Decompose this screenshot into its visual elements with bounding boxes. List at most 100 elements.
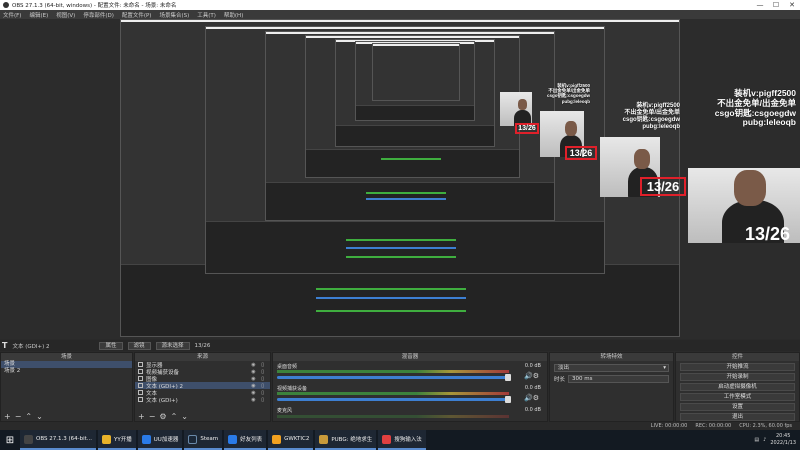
transition-select[interactable]: 淡出 ▾ xyxy=(554,364,669,372)
duration-input[interactable]: 300 ms xyxy=(568,375,669,383)
taskbar-item[interactable]: Steam xyxy=(184,430,223,450)
move-up-icon[interactable]: ⌃ xyxy=(25,412,32,421)
text-source-value: 13/26 xyxy=(194,342,211,349)
text-icon xyxy=(138,390,143,395)
sources-panel: 来源 显示器 ◉ ▯ 视频捕获设备 ◉ ▯ 图像 ◉ ▯ 文本 (GDI+) 2 ◉ ▯… xyxy=(134,352,271,422)
channel-db: 0.0 dB xyxy=(524,385,541,391)
status-bar: LIVE: 00:00:00 REC: 00:00:00 CPU: 2.3%, … xyxy=(0,422,800,430)
image-icon xyxy=(138,376,143,381)
properties-button[interactable]: 属性 xyxy=(99,341,123,350)
scene-item[interactable]: 场景 2 xyxy=(1,368,132,375)
title-bar: OBS 27.1.3 (64-bit, windows) - 配置文件: 未命名… xyxy=(0,0,800,10)
remove-scene-button[interactable]: − xyxy=(15,412,22,421)
channel-db: 0.0 dB xyxy=(524,407,541,413)
remove-source-button[interactable]: − xyxy=(149,412,156,421)
move-down-icon[interactable]: ⌄ xyxy=(36,412,43,421)
start-streaming-button[interactable]: 开始推流 xyxy=(680,363,795,371)
maximize-button[interactable]: ☐ xyxy=(768,0,784,10)
yy-app-icon xyxy=(102,434,112,444)
audio-mixer-title: 混音器 xyxy=(273,353,547,361)
friends-app-icon xyxy=(228,434,238,444)
window-title: OBS 27.1.3 (64-bit, windows) - 配置文件: 未命名… xyxy=(12,3,177,9)
volume-slider[interactable] xyxy=(277,374,511,381)
menu-file[interactable]: 文件(F) xyxy=(3,11,21,19)
speaker-icon[interactable]: 🔊⚙ xyxy=(524,394,539,402)
source-item[interactable]: 文本 (GDI+) ◉ ▯ xyxy=(135,396,270,404)
settings-button[interactable]: 设置 xyxy=(680,403,795,411)
windows-taskbar: ⊞ OBS 27.1.3 (64-bit... YY开播 UU加速器 Steam… xyxy=(0,430,800,450)
virtual-camera-button[interactable]: 启动虚拟摄像机 xyxy=(680,383,795,391)
preview-canvas[interactable]: 装机v:pigff2500 不出金免单/出金免单 csgo钥匙:csgoegdw… xyxy=(0,19,800,339)
taskbar-item[interactable]: OBS 27.1.3 (64-bit... xyxy=(20,430,97,450)
selected-source-label: 文本 (GDI+) 2 xyxy=(12,343,50,350)
channel-db: 0.0 dB xyxy=(524,363,541,369)
cpu-status: CPU: 2.3%, 60.00 fps xyxy=(739,423,792,429)
taskbar-item[interactable]: YY开播 xyxy=(98,430,136,450)
mixer-channel: 桌面音频 0.0 dB 🔊⚙ xyxy=(277,363,543,383)
filters-button[interactable]: 滤镜 xyxy=(127,341,151,350)
visibility-lock-icons[interactable]: ◉ ▯ xyxy=(251,390,266,396)
add-scene-button[interactable]: + xyxy=(4,412,11,421)
live-status: LIVE: 00:00:00 xyxy=(650,423,688,429)
text-source-icon: T xyxy=(2,341,8,350)
obs-logo-icon xyxy=(3,2,9,8)
visibility-lock-icons[interactable]: ◉ ▯ xyxy=(251,376,266,382)
visibility-lock-icons[interactable]: ◉ ▯ xyxy=(251,383,266,389)
channel-name: 麦克风 xyxy=(277,408,293,414)
network-icon[interactable]: ▤ xyxy=(754,437,759,443)
move-up-icon[interactable]: ⌃ xyxy=(171,412,178,421)
taskbar-item[interactable]: GWKTIC2 xyxy=(268,430,314,450)
menu-bar: 文件(F) 编辑(E) 视图(V) 停靠部件(D) 配置文件(P) 场景集合(S… xyxy=(0,10,800,19)
move-down-icon[interactable]: ⌄ xyxy=(181,412,188,421)
taskbar-item[interactable]: 好友列表 xyxy=(224,430,267,450)
volume-icon[interactable]: ♪ xyxy=(763,437,766,443)
taskbar-item[interactable]: UU加速器 xyxy=(137,430,183,450)
close-button[interactable]: ✕ xyxy=(784,0,800,10)
clock[interactable]: 20:45 2022/1/13 xyxy=(770,433,796,447)
studio-mode-button[interactable]: 工作室模式 xyxy=(680,393,795,401)
steam-app-icon xyxy=(188,434,198,444)
counter-box-1: 13/26 xyxy=(515,123,539,134)
exit-button[interactable]: 退出 xyxy=(680,413,795,421)
menu-tools[interactable]: 工具(T) xyxy=(197,11,216,19)
windows-icon[interactable]: ⊞ xyxy=(0,430,20,450)
menu-docks[interactable]: 停靠部件(D) xyxy=(83,11,114,19)
duration-label: 时长 xyxy=(554,377,566,383)
webcam-copy-1 xyxy=(500,92,532,126)
system-tray: ▤ ♪ 20:45 2022/1/13 xyxy=(754,433,800,447)
controls-title: 控件 xyxy=(676,353,799,361)
start-recording-button[interactable]: 开始录制 xyxy=(680,373,795,381)
source-toolbar: T 文本 (GDI+) 2 属性 滤镜 源未选择 13/26 xyxy=(0,340,800,351)
input-method-icon xyxy=(382,434,392,444)
visibility-lock-icons[interactable]: ◉ ▯ xyxy=(251,397,266,403)
scene-item[interactable]: 场景 xyxy=(1,361,132,368)
text-source-field[interactable]: 源未选择 xyxy=(155,341,190,350)
monitor-icon xyxy=(138,362,143,367)
speaker-icon[interactable]: 🔊⚙ xyxy=(524,372,539,380)
menu-scene-collection[interactable]: 场景集合(S) xyxy=(159,11,189,19)
add-source-button[interactable]: + xyxy=(138,412,145,421)
scenes-panel: 场景 场景 场景 2 + − ⌃ ⌄ xyxy=(0,352,133,422)
rec-status: REC: 00:00:00 xyxy=(695,423,732,429)
scene-transitions-panel: 转场特效 淡出 ▾ 时长 300 ms xyxy=(549,352,674,422)
counter-text: 13/26 xyxy=(745,224,791,244)
menu-profile[interactable]: 配置文件(P) xyxy=(122,11,152,19)
volume-slider[interactable] xyxy=(277,396,511,403)
gear-icon[interactable]: ⚙ xyxy=(159,412,166,421)
text-icon xyxy=(138,397,143,402)
pubg-app-icon xyxy=(319,434,329,444)
transitions-title: 转场特效 xyxy=(550,353,673,361)
scenes-panel-title: 场景 xyxy=(1,353,132,361)
menu-edit[interactable]: 编辑(E) xyxy=(29,11,48,19)
visibility-lock-icons[interactable]: ◉ ▯ xyxy=(251,362,266,368)
obs-window: OBS 27.1.3 (64-bit, windows) - 配置文件: 未命名… xyxy=(0,0,800,450)
volume-meter xyxy=(277,370,509,373)
mixer-channel: 视频捕获设备 0.0 dB 🔊⚙ xyxy=(277,385,543,405)
menu-view[interactable]: 视图(V) xyxy=(56,11,75,19)
menu-help[interactable]: 帮助(H) xyxy=(224,11,243,19)
taskbar-item[interactable]: 搜狗输入法 xyxy=(378,430,426,450)
visibility-lock-icons[interactable]: ◉ ▯ xyxy=(251,369,266,375)
minimize-button[interactable]: — xyxy=(752,0,768,10)
taskbar-item[interactable]: PUBG: 绝地求生 xyxy=(315,430,377,450)
volume-meter xyxy=(277,392,509,395)
